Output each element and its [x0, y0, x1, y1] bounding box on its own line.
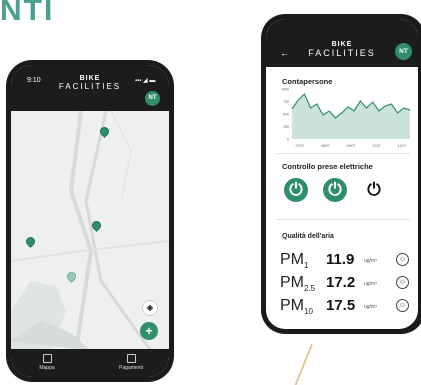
y-tick-label: 500 [283, 113, 289, 117]
pm-unit: ug/m³ [364, 281, 377, 287]
logo-bike-text: BIKE [79, 75, 101, 82]
contapersone-chart[interactable]: 1000 750 500 250 0 07/07 08/07 09/07 10/07 11/07 [274, 87, 414, 149]
y-tick-label: 1000 [281, 88, 289, 92]
phone-details: ← BIKE FACILITIES NT Contapersone 1000 75… [261, 14, 421, 334]
tab-mappa[interactable]: Mappa [27, 351, 67, 371]
pm-value: 17.5 [326, 297, 356, 314]
power-toggle-3[interactable]: ⏻ [362, 178, 386, 202]
tab-mappa-label: Mappa [39, 365, 55, 371]
logo-facilities-text: FACILITIES [58, 82, 122, 91]
x-tick-label: 07/07 [296, 144, 305, 148]
x-tick-label: 11/07 [398, 144, 407, 148]
pm-value: 11.9 [326, 251, 355, 268]
avatar[interactable]: NT [395, 43, 412, 60]
page-heading: NTI [0, 0, 55, 27]
pointer-line [294, 344, 313, 385]
app-logo: BIKE FACILITIES [53, 75, 127, 91]
add-button[interactable]: + [140, 322, 158, 340]
tab-pagamenti[interactable]: Pagamenti [111, 351, 151, 371]
series-area [292, 94, 410, 139]
phone-map: 9:10 ▪▪▪ ◢ ▬ BIKE FACILITIES NT ◈ + Mapp… [6, 60, 174, 382]
power-toggle-1[interactable]: ⏻ [284, 178, 308, 202]
power-icon: ⏻ [367, 180, 381, 199]
app-header: 9:10 ▪▪▪ ◢ ▬ BIKE FACILITIES NT [11, 65, 169, 111]
y-tick-label: 250 [283, 125, 289, 129]
avatar[interactable]: NT [145, 91, 160, 106]
signal-icon: ▪▪▪ ◢ ▬ [135, 78, 156, 84]
y-tick-label: 750 [283, 100, 289, 104]
status-time: 9:10 [27, 77, 41, 84]
y-tick-label: 0 [287, 138, 289, 142]
divider [276, 219, 410, 220]
pm-label: PM10 [280, 297, 313, 317]
x-tick-label: 09/07 [347, 144, 356, 148]
bottom-nav: Mappa Pagamenti [11, 349, 169, 377]
card-icon [126, 354, 136, 363]
pm-row-pm10: PM10 17.5 ug/m³ ☺ [280, 295, 412, 317]
x-tick-label: 08/07 [321, 144, 330, 148]
tab-pagamenti-label: Pagamenti [119, 365, 143, 371]
power-title: Controllo prese elettriche [282, 162, 373, 171]
app-header: ← BIKE FACILITIES NT [266, 19, 418, 67]
details-screen: ← BIKE FACILITIES NT Contapersone 1000 75… [266, 19, 418, 329]
smiley-icon: ☺ [396, 276, 409, 289]
pm-unit: ug/m³ [364, 258, 377, 264]
locate-me-icon[interactable]: ◈ [142, 300, 158, 316]
air-quality-title: Qualità dell'aria [282, 233, 334, 240]
app-logo: BIKE FACILITIES [302, 41, 382, 58]
power-toggle-2[interactable]: ⏻ [323, 178, 347, 202]
x-tick-label: 10/07 [372, 144, 381, 148]
divider [276, 153, 410, 154]
pm-row-pm25: PM2.5 17.2 ug/m³ ☺ [280, 272, 412, 294]
pm-value: 17.2 [326, 274, 356, 291]
logo-facilities-text: FACILITIES [308, 48, 376, 58]
back-arrow-icon[interactable]: ← [280, 48, 289, 58]
power-icon: ⏻ [328, 180, 342, 199]
contapersone-title: Contapersone [282, 77, 333, 86]
pm-label: PM2.5 [280, 274, 316, 294]
smiley-icon: ☺ [396, 253, 409, 266]
map-icon [42, 354, 52, 363]
pm-unit: ug/m³ [364, 304, 377, 310]
map-view[interactable]: ◈ + [11, 111, 169, 351]
smiley-icon: ☺ [396, 299, 409, 312]
map-screen: 9:10 ▪▪▪ ◢ ▬ BIKE FACILITIES NT ◈ + Mapp… [11, 65, 169, 377]
pm-label: PM1 [280, 251, 309, 271]
power-icon: ⏻ [289, 180, 303, 199]
logo-bike-text: BIKE [331, 41, 353, 48]
pm-row-pm1: PM1 11.9 ug/m³ ☺ [280, 249, 412, 271]
